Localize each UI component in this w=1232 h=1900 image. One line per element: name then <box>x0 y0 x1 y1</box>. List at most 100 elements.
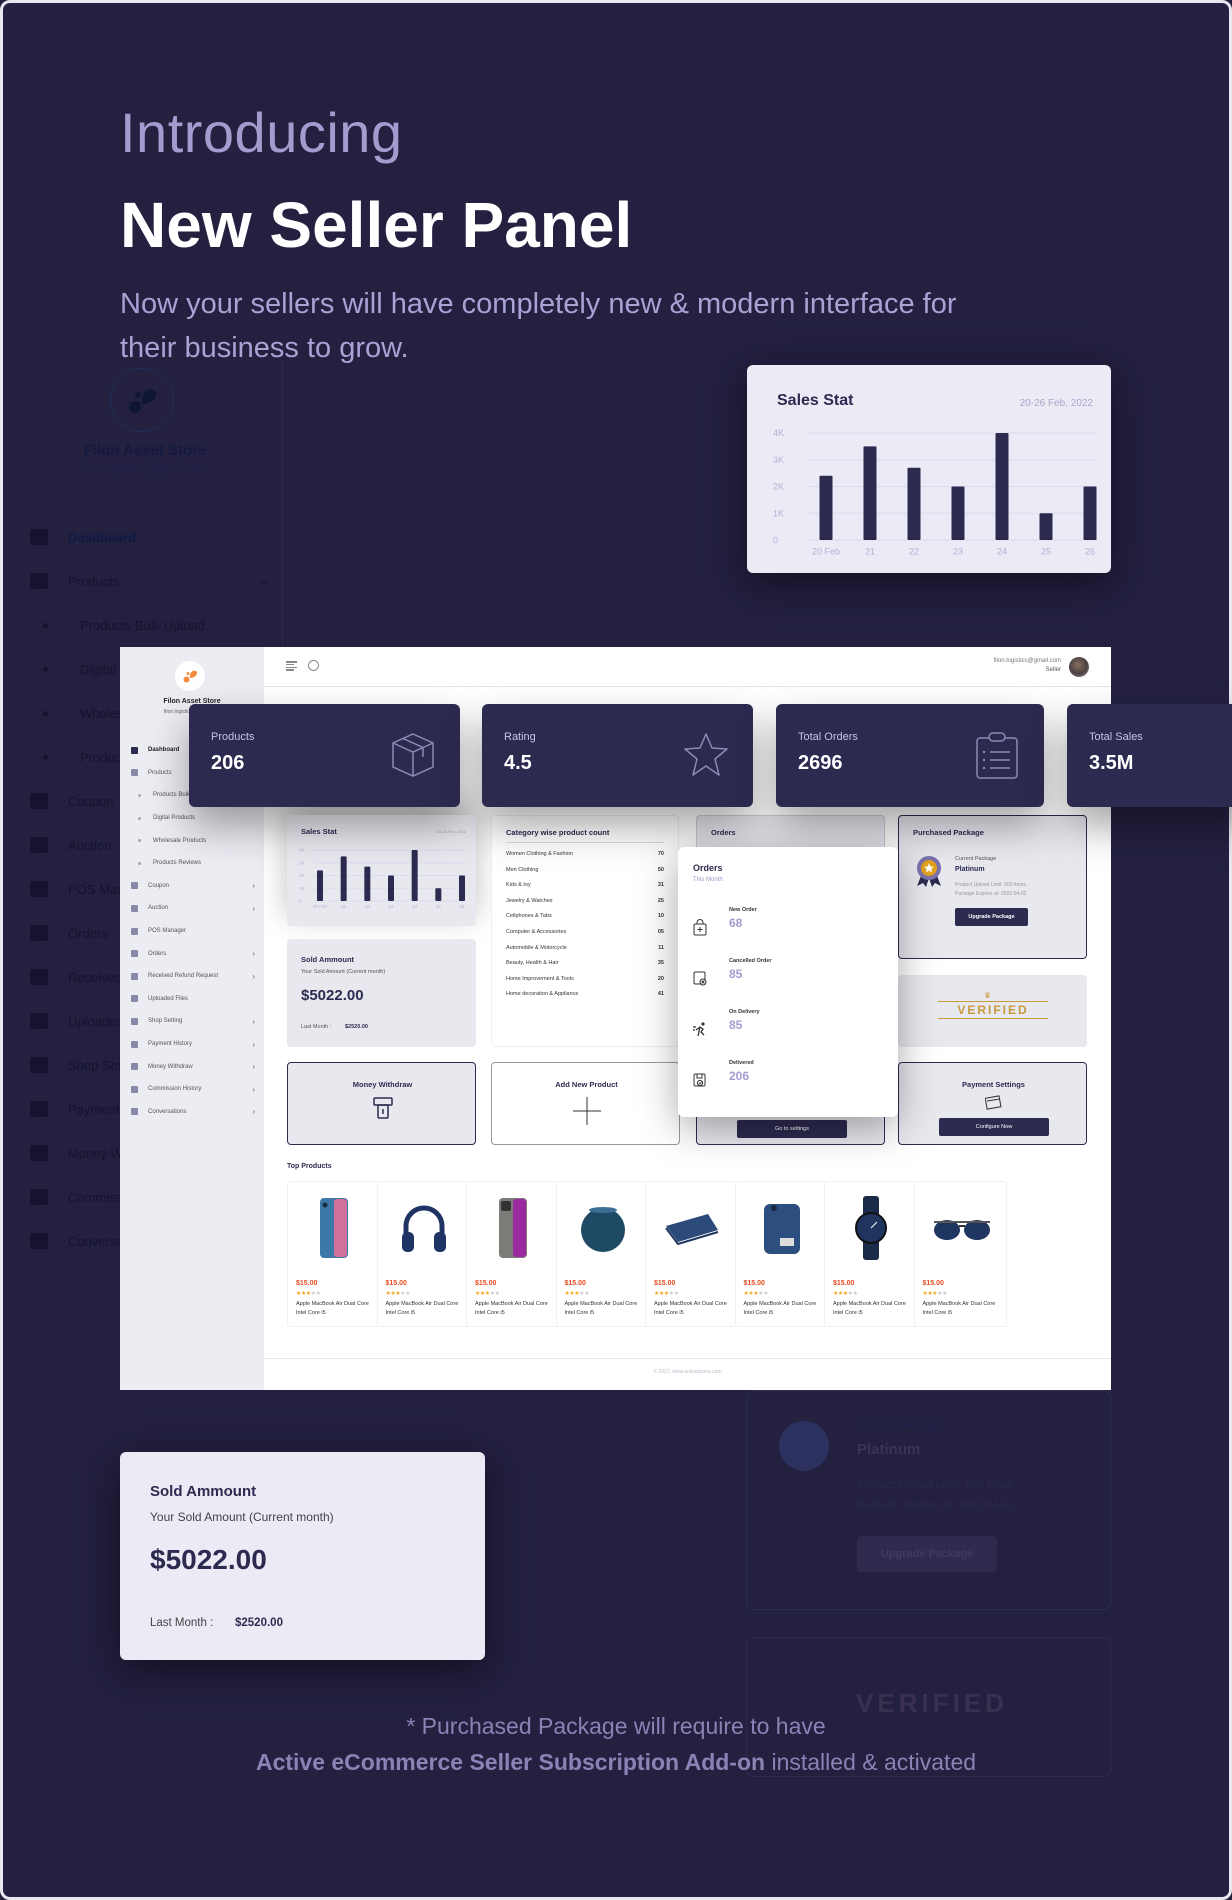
order-stat-item: New Order 68 <box>678 907 898 953</box>
nav-icon <box>131 1108 138 1116</box>
sidebar-item-commission-history[interactable]: Commission History › <box>131 1078 261 1101</box>
order-stat-label: New Order <box>729 907 757 913</box>
product-card[interactable]: $15.00 ★★★★★ Apple MacBook Air Dual Core I… <box>913 1181 1007 1327</box>
add-product-card[interactable]: Add New Product <box>491 1062 680 1145</box>
bullet-icon <box>138 839 141 843</box>
product-card[interactable]: $15.00 ★★★★★ Apple MacBook Air Dual Core I… <box>555 1181 649 1327</box>
y-tick-label: 1K <box>773 508 784 518</box>
small-sold-amount-panel: Sold Ammount Your Sold Amount (Current m… <box>287 939 476 1047</box>
order-stat-label: Delivered <box>729 1060 754 1066</box>
money-withdraw-label: Money Withdraw <box>352 1080 413 1089</box>
sidebar-item-money-withdraw[interactable]: Money Withdraw › <box>131 1055 261 1078</box>
order-stat-label: On Delivery <box>729 1009 760 1015</box>
product-card[interactable]: $15.00 ★★★★★ Apple MacBook Air Dual Core I… <box>734 1181 828 1327</box>
bar-23 <box>951 486 965 540</box>
upgrade-package-button[interactable]: Upgrade Package <box>955 908 1028 926</box>
product-card[interactable]: $15.00 ★★★★★ Apple MacBook Air Dual Core I… <box>824 1181 917 1327</box>
rating-stars: ★★★★★ <box>386 1290 411 1297</box>
bg-nav-label: Auction <box>68 837 112 853</box>
product-name: Apple MacBook Air Dual Core Intel Core i… <box>922 1301 996 1316</box>
rating-stars: ★★★★★ <box>565 1290 590 1297</box>
sidebar-item-coupon[interactable]: Coupon › <box>131 875 261 898</box>
star-icon: ★ <box>942 1291 947 1297</box>
avatar[interactable] <box>1069 657 1089 677</box>
sidebar-item-conversations[interactable]: Conversations › <box>131 1101 261 1124</box>
category-name: Home decoration & Appliance <box>506 991 579 998</box>
product-card[interactable]: $15.00 ★★★★★ Apple MacBook Air Dual Core I… <box>645 1181 738 1327</box>
package-expires: Package Expires at: 2022-04-02 <box>955 891 1027 897</box>
sidebar-item-received-refund-request[interactable]: Received Refund Request › <box>131 965 261 988</box>
package-title: Purchased Package <box>913 828 984 837</box>
category-count: 25 <box>657 897 664 904</box>
medal-icon <box>917 856 941 887</box>
configure-now-button[interactable]: Configure Now <box>939 1118 1049 1136</box>
bg-nav-label: Products <box>68 573 120 589</box>
sidebar-item-label: Digital Products <box>153 815 196 822</box>
order-stat-value: 85 <box>729 967 743 981</box>
sidebar-item-payment-history[interactable]: Payment History › <box>131 1033 261 1056</box>
stat-card-rating: Rating 4.5 <box>482 704 753 807</box>
menu-toggle-icon[interactable] <box>286 661 297 671</box>
sidebar-item-label: Payment History <box>148 1041 193 1048</box>
sidebar-item-shop-setting[interactable]: Shop Setting › <box>131 1010 261 1033</box>
product-price: $15.00 <box>564 1280 586 1287</box>
x-tick-label: 21 <box>341 904 347 909</box>
product-name: Apple MacBook Air Dual Core Intel Core i… <box>385 1301 459 1316</box>
payment-settings-card: Payment Settings Configure Now <box>898 1062 1087 1145</box>
footer-divider <box>264 1358 1111 1359</box>
sidebar-item-products-reviews[interactable]: Products Reviews <box>131 852 261 875</box>
product-image-blue-phone <box>320 1198 348 1258</box>
x-tick-label: 24 <box>997 546 1007 556</box>
globe-icon[interactable] <box>308 660 319 671</box>
x-tick-label: 26 <box>459 904 465 909</box>
product-card[interactable]: $15.00 ★★★★★ Apple MacBook Air Dual Core I… <box>466 1181 559 1327</box>
star-icon: ★ <box>494 1291 500 1297</box>
sidebar-item-wholesale-products[interactable]: Wholesale Products <box>131 829 261 852</box>
product-card[interactable]: $15.00 ★★★★★ Apple MacBook Air Dual Core I… <box>376 1181 470 1327</box>
sidebar-item-auction[interactable]: Auction › <box>131 897 261 920</box>
last-month-value: $2520.00 <box>235 1617 283 1629</box>
bg-nav-item: Products ⌄ <box>30 559 290 603</box>
sold-amount-card: Sold Ammount Your Sold Amount (Current m… <box>120 1452 485 1660</box>
category-count: 10 <box>657 913 664 920</box>
product-price: $15.00 <box>654 1280 676 1287</box>
stat-label: Total Sales <box>1089 731 1143 743</box>
product-card[interactable]: $15.00 ★★★★★ Apple MacBook Air Dual Core I… <box>287 1181 380 1327</box>
rating-stars: ★★★★★ <box>923 1290 948 1297</box>
stat-card-products: Products 206 <box>189 704 460 807</box>
chevron-right-icon: › <box>252 1084 255 1094</box>
bg-nav-icon <box>30 881 48 897</box>
sidebar-item-pos-manager[interactable]: POS Manager <box>131 920 261 943</box>
bar-24 <box>995 433 1009 540</box>
bar-22 <box>907 467 921 540</box>
sidebar-item-orders[interactable]: Orders › <box>131 942 261 965</box>
small-sold-subtitle: Your Sold Amount (Current month) <box>301 969 386 975</box>
nav-icon <box>131 1017 138 1025</box>
chevron-right-icon: › <box>252 1062 255 1072</box>
sidebar-item-label: Conversations <box>148 1108 187 1115</box>
product-name: Apple MacBook Air Dual Core Intel Core i… <box>833 1301 906 1316</box>
footnote-line1: * Purchased Package will require to have <box>406 1713 826 1739</box>
product-image-graphite-phone <box>499 1198 527 1258</box>
box-check-icon <box>693 1073 706 1087</box>
addon-name: Active eCommerce Seller Subscription Add… <box>255 1749 766 1775</box>
money-withdraw-card[interactable]: Money Withdraw <box>287 1062 476 1145</box>
product-name: Apple MacBook Air Dual Core Intel Core i… <box>296 1301 369 1316</box>
withdraw-icon <box>373 1097 393 1119</box>
stat-label: Total Orders <box>798 731 858 743</box>
order-stat-item: Cancelled Order 85 <box>678 958 898 1004</box>
sales-stat-chart: 0 1K 2K 3K 4K 20 Feb 21 22 23 24 25 26 <box>773 428 1097 556</box>
go-to-settings-button[interactable]: Go to settings <box>737 1120 847 1138</box>
sidebar-item-label: Coupon <box>148 882 170 889</box>
category-count: 11 <box>658 944 664 951</box>
category-count-title: Category wise product count <box>506 828 610 837</box>
y-tick-label: 4K <box>773 428 784 438</box>
bg-nav-icon <box>30 1013 48 1029</box>
sidebar-item-digital-products[interactable]: Digital Products <box>131 807 261 830</box>
bg-nav-icon <box>30 573 48 589</box>
bg-store-name: Filon Asset Store <box>83 442 207 459</box>
category-name: Women Clothing & Fashion <box>506 851 573 857</box>
bar-25 <box>435 888 442 901</box>
sidebar-item-uploaded-files[interactable]: Uploaded Files <box>131 988 261 1011</box>
bg-store-logo <box>110 368 174 432</box>
